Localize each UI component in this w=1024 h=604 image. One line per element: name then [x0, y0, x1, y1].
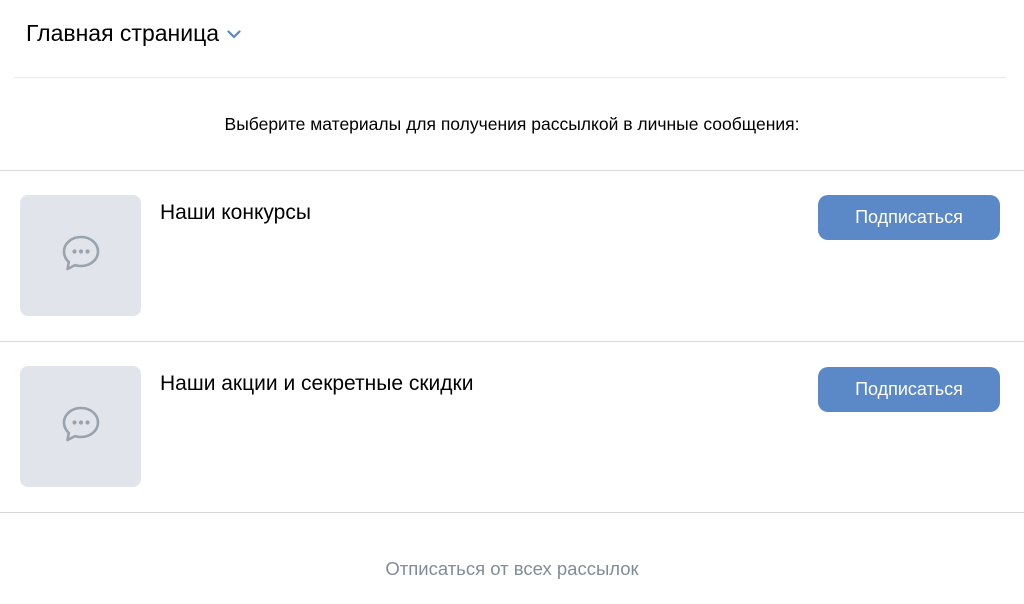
message-bubble-icon — [59, 232, 103, 279]
subscription-item: Наши акции и секретные скидки Подписатьс… — [0, 342, 1024, 512]
item-thumbnail — [20, 366, 141, 487]
subscription-instruction: Выберите материалы для получения рассылк… — [224, 114, 800, 134]
item-thumbnail — [20, 195, 141, 316]
page-title: Главная страница — [26, 20, 220, 46]
message-bubble-icon — [59, 403, 103, 450]
subscription-item: Наши конкурсы Подписаться — [0, 171, 1024, 341]
chevron-down-icon[interactable] — [227, 30, 241, 39]
page-header: Главная страница — [0, 0, 1024, 78]
divider — [0, 512, 1024, 513]
header-divider — [14, 77, 1006, 78]
page-selector[interactable]: Главная страница — [26, 20, 241, 47]
unsubscribe-all-link[interactable]: Отписаться от всех рассылок — [0, 558, 1024, 580]
item-title: Наши акции и секретные скидки — [160, 372, 474, 395]
subscribe-button[interactable]: Подписаться — [818, 195, 1000, 240]
item-title: Наши конкурсы — [160, 201, 311, 224]
subscribe-button[interactable]: Подписаться — [818, 367, 1000, 412]
